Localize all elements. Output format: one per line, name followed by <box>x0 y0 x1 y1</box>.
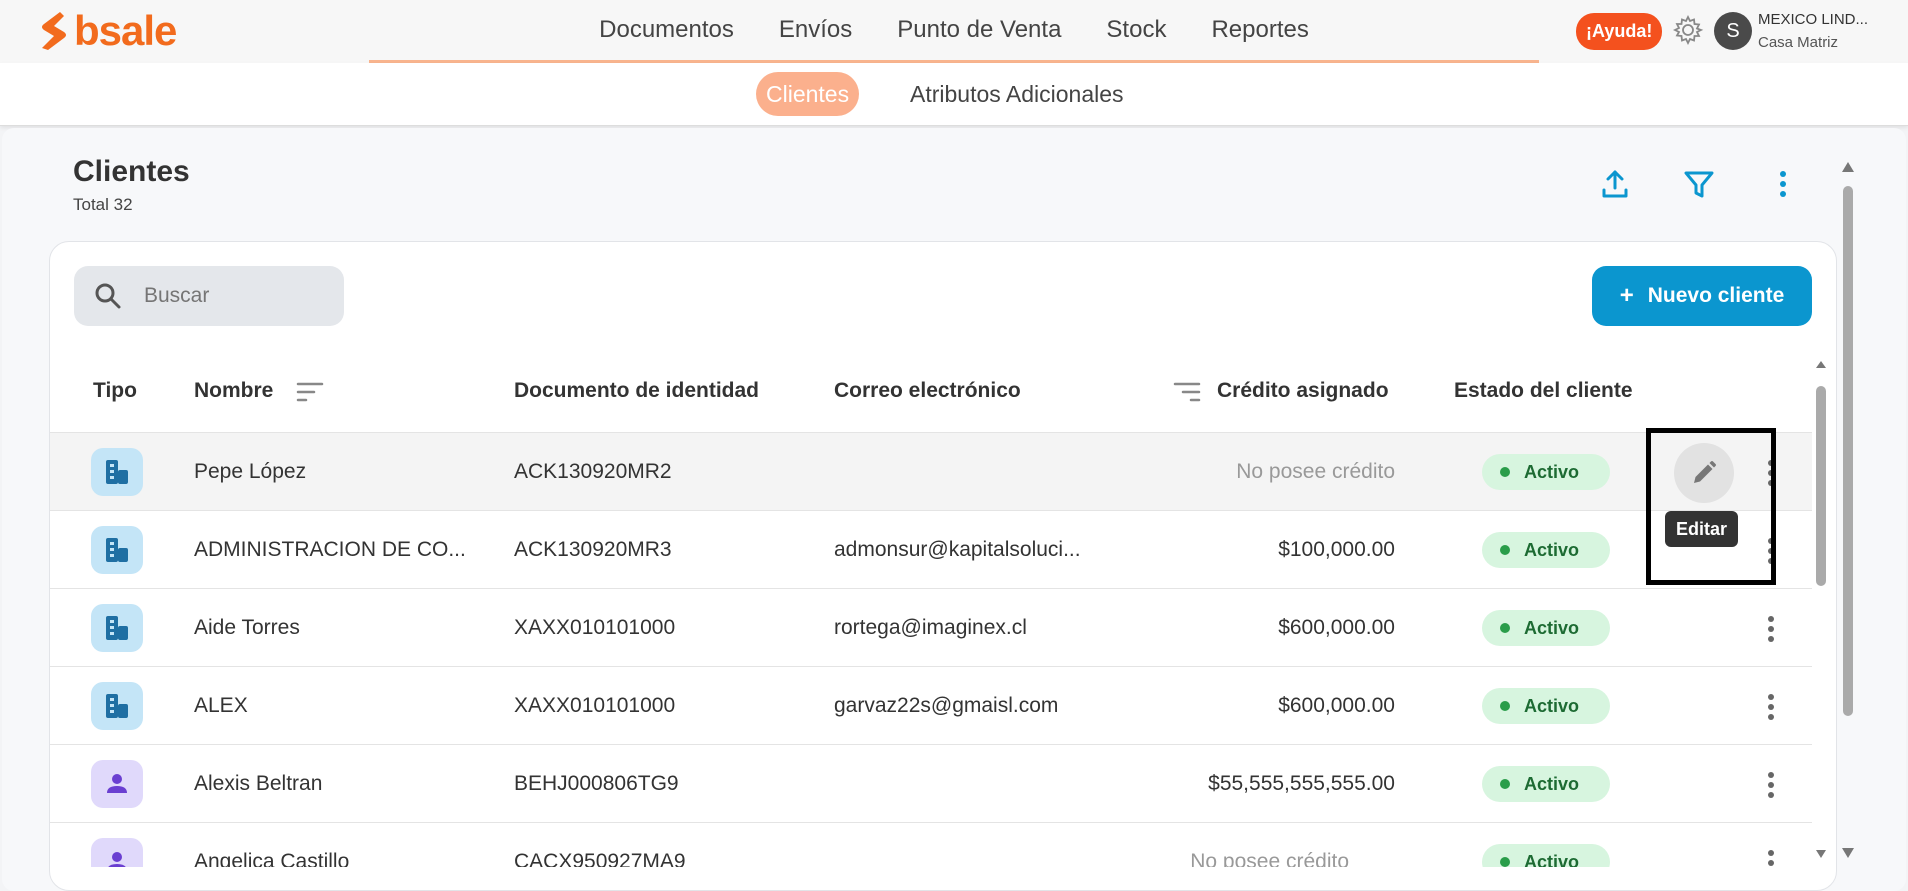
table-scrollbar[interactable] <box>1815 360 1827 860</box>
nav-punto-de-venta[interactable]: Punto de Venta <box>897 16 1061 44</box>
status-badge: Activo <box>1482 454 1610 490</box>
credit-sort-icon[interactable] <box>1173 380 1201 404</box>
user-branch: Casa Matriz <box>1758 34 1839 51</box>
client-email: garvaz22s@gmaisl.com <box>834 694 1059 717</box>
client-credit: No posee crédito <box>1190 850 1349 867</box>
new-client-label: Nuevo cliente <box>1647 284 1785 307</box>
header-tipo: Tipo <box>93 379 137 402</box>
search-box[interactable] <box>74 266 344 326</box>
person-icon <box>91 760 143 808</box>
gear-icon[interactable] <box>1672 14 1704 46</box>
page-title: Clientes <box>73 155 190 188</box>
company-icon <box>91 448 143 496</box>
nav-documentos[interactable]: Documentos <box>599 16 734 44</box>
bsale-logo[interactable]: bsale <box>38 7 177 54</box>
help-button[interactable]: ¡Ayuda! <box>1576 13 1663 50</box>
company-icon <box>91 682 143 730</box>
top-bar: bsale Documentos Envíos Punto de Venta S… <box>0 0 1908 63</box>
client-document: CACX950927MA9 <box>514 850 686 867</box>
search-icon <box>95 283 121 309</box>
tab-atributos-adicionales[interactable]: Atributos Adicionales <box>910 72 1124 116</box>
company-icon <box>91 604 143 652</box>
sub-nav: Clientes Atributos Adicionales <box>0 63 1908 126</box>
more-options-icon[interactable] <box>1765 166 1801 202</box>
row-menu-icon[interactable] <box>1761 692 1781 722</box>
bsale-logo-icon <box>42 12 66 50</box>
client-document: XAXX010101000 <box>514 616 676 639</box>
status-badge: Activo <box>1482 532 1610 568</box>
header-nombre[interactable]: Nombre <box>194 379 273 403</box>
filter-icon[interactable] <box>1681 166 1717 202</box>
client-name: ALEX <box>194 694 248 717</box>
client-credit: $100,000.00 <box>1278 538 1395 561</box>
client-document: ACK130920MR2 <box>514 460 672 483</box>
plus-icon: + <box>1619 282 1634 309</box>
header-correo: Correo electrónico <box>834 379 1021 402</box>
client-credit: $600,000.00 <box>1278 616 1395 639</box>
sort-icon[interactable] <box>296 380 324 404</box>
search-input[interactable] <box>144 266 334 326</box>
row-menu-icon[interactable] <box>1761 848 1781 867</box>
company-icon <box>91 526 143 574</box>
page-total: Total 32 <box>73 195 133 214</box>
row-menu-icon[interactable] <box>1761 614 1781 644</box>
header-documento: Documento de identidad <box>514 379 760 402</box>
tab-clientes[interactable]: Clientes <box>756 72 860 116</box>
status-badge: Activo <box>1482 766 1610 802</box>
row-clip: Angelica Castillo CACX950927MA9 No posee… <box>50 822 1812 867</box>
header-estado: Estado del cliente <box>1454 379 1633 402</box>
client-document: BEHJ000806TG9 <box>514 772 679 795</box>
avatar[interactable]: S <box>1714 12 1752 50</box>
status-badge: Activo <box>1482 688 1610 724</box>
client-document: XAXX010101000 <box>514 694 676 717</box>
client-name: Alexis Beltran <box>194 772 323 795</box>
client-name: Angelica Castillo <box>194 850 350 867</box>
nav-reportes[interactable]: Reportes <box>1211 16 1308 44</box>
person-icon <box>91 838 143 867</box>
highlight-box <box>1646 428 1776 585</box>
logo-text: bsale <box>74 7 177 54</box>
nav-envios[interactable]: Envíos <box>779 16 852 44</box>
status-badge: Activo <box>1482 610 1610 646</box>
client-email: rortega@imaginex.cl <box>834 616 1027 639</box>
client-credit: No posee crédito <box>1236 460 1395 483</box>
upload-icon[interactable] <box>1597 166 1633 202</box>
page-scrollbar[interactable] <box>1841 160 1855 860</box>
client-document: ACK130920MR3 <box>514 538 672 561</box>
client-name: Pepe López <box>194 460 307 483</box>
user-name[interactable]: MEXICO LIND... <box>1758 11 1868 28</box>
client-name: Aide Torres <box>194 616 300 639</box>
header-credito: Crédito asignado <box>1217 379 1389 402</box>
client-name: ADMINISTRACION DE CO... <box>194 538 466 561</box>
status-badge: Activo <box>1482 844 1610 867</box>
row-menu-icon[interactable] <box>1761 770 1781 800</box>
main-nav: Documentos Envíos Punto de Venta Stock R… <box>369 0 1539 63</box>
client-credit: $600,000.00 <box>1278 694 1395 717</box>
client-credit: $55,555,555,555.00 <box>1208 772 1395 795</box>
new-client-button[interactable]: + Nuevo cliente <box>1592 266 1812 326</box>
nav-stock[interactable]: Stock <box>1106 16 1166 44</box>
client-email: admonsur@kapitalsoluci... <box>834 538 1081 561</box>
